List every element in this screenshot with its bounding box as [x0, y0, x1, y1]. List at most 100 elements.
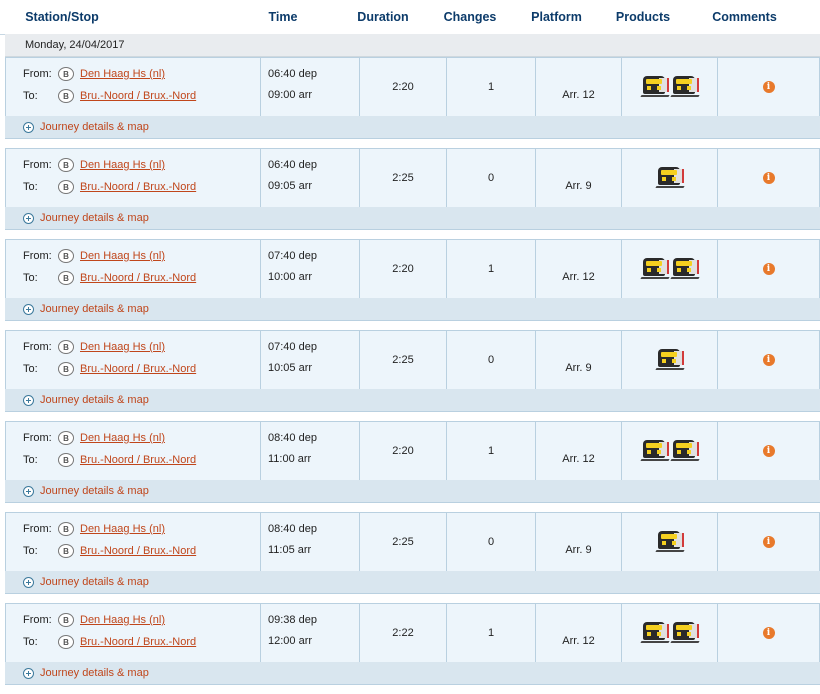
to-station-link[interactable]: Bru.-Noord / Brux.-Nord [80, 181, 196, 193]
duration-cell: 2:20 [360, 422, 447, 481]
journey-details-bar[interactable]: Journey details & map [5, 389, 820, 412]
from-line: From: B Den Haag Hs (nl) [23, 339, 165, 355]
plus-circle-icon[interactable] [23, 394, 34, 406]
journey-details-link[interactable]: Journey details & map [40, 303, 149, 315]
platform-cell: Arr. 9 [536, 513, 622, 572]
journey-details-bar[interactable]: Journey details & map [5, 298, 820, 321]
products-cell [622, 240, 718, 299]
plus-circle-icon[interactable] [23, 667, 34, 679]
departure-time: 07:40 dep [268, 250, 317, 262]
journey-details-link[interactable]: Journey details & map [40, 667, 149, 679]
journey-details-bar[interactable]: Journey details & map [5, 116, 820, 139]
plus-circle-icon[interactable] [23, 576, 34, 588]
from-station-link[interactable]: Den Haag Hs (nl) [80, 432, 165, 444]
sncb-logo-icon: B [58, 635, 74, 649]
platform-cell: Arr. 9 [536, 149, 622, 208]
to-label: To: [23, 545, 38, 557]
comments-cell: i [718, 604, 819, 663]
product-icons [622, 257, 717, 279]
journey-details-link[interactable]: Journey details & map [40, 485, 149, 497]
departure-time: 06:40 dep [268, 159, 317, 171]
from-station-link[interactable]: Den Haag Hs (nl) [80, 250, 165, 262]
header-station: Station/Stop [25, 10, 99, 24]
sncb-logo-icon: B [58, 89, 74, 103]
product-icons [622, 166, 717, 188]
plus-circle-icon[interactable] [23, 212, 34, 224]
journey-summary: From: B Den Haag Hs (nl) To: B Bru.-Noord / B… [5, 421, 820, 481]
info-icon[interactable]: i [762, 172, 775, 184]
station-cell: From: B Den Haag Hs (nl) To: B Bru.-Noord / B… [6, 240, 261, 299]
results-header: Station/Stop Time Duration Changes Platf… [0, 0, 820, 35]
journey-date: Monday, 24/04/2017 [25, 39, 125, 51]
platform-cell: Arr. 12 [536, 604, 622, 663]
changes-value: 0 [487, 172, 495, 184]
journey-summary: From: B Den Haag Hs (nl) To: B Bru.-Noord / B… [5, 330, 820, 390]
duration-value: 2:22 [392, 627, 414, 639]
from-station-link[interactable]: Den Haag Hs (nl) [80, 341, 165, 353]
product-icons [622, 75, 717, 97]
product-icons [622, 348, 717, 370]
to-label: To: [23, 272, 38, 284]
train-icon [639, 75, 670, 97]
header-time: Time [268, 10, 298, 24]
station-cell: From: B Den Haag Hs (nl) To: B Bru.-Noord / B… [6, 604, 261, 663]
journey-details-bar[interactable]: Journey details & map [5, 662, 820, 685]
train-icon [669, 621, 700, 643]
to-station-link[interactable]: Bru.-Noord / Brux.-Nord [80, 636, 196, 648]
time-cell: 06:40 dep 09:05 arr [261, 149, 360, 208]
to-station-link[interactable]: Bru.-Noord / Brux.-Nord [80, 363, 196, 375]
sncb-logo-icon: B [58, 362, 74, 376]
plus-circle-icon[interactable] [23, 121, 34, 133]
changes-value: 1 [487, 263, 495, 275]
station-cell: From: B Den Haag Hs (nl) To: B Bru.-Noord / B… [6, 331, 261, 390]
to-label: To: [23, 363, 38, 375]
plus-circle-icon[interactable] [23, 303, 34, 315]
journey-details-link[interactable]: Journey details & map [40, 576, 149, 588]
to-station-link[interactable]: Bru.-Noord / Brux.-Nord [80, 545, 196, 557]
journey-details-link[interactable]: Journey details & map [40, 121, 149, 133]
info-icon[interactable]: i [762, 354, 775, 366]
from-station-link[interactable]: Den Haag Hs (nl) [80, 159, 165, 171]
info-icon[interactable]: i [762, 445, 775, 457]
changes-cell: 1 [447, 422, 536, 481]
sncb-logo-icon: B [58, 522, 74, 536]
to-station-link[interactable]: Bru.-Noord / Brux.-Nord [80, 90, 196, 102]
products-cell [622, 331, 718, 390]
to-line: To: B Bru.-Noord / Brux.-Nord [23, 179, 196, 195]
changes-cell: 1 [447, 604, 536, 663]
to-label: To: [23, 454, 38, 466]
info-icon[interactable]: i [762, 627, 775, 639]
plus-circle-icon[interactable] [23, 485, 34, 497]
journey-details-bar[interactable]: Journey details & map [5, 571, 820, 594]
changes-cell: 0 [447, 513, 536, 572]
journey-summary: From: B Den Haag Hs (nl) To: B Bru.-Noord / B… [5, 57, 820, 117]
info-icon[interactable]: i [762, 81, 775, 93]
to-station-link[interactable]: Bru.-Noord / Brux.-Nord [80, 454, 196, 466]
journey-details-link[interactable]: Journey details & map [40, 212, 149, 224]
from-label: From: [23, 432, 52, 444]
from-station-link[interactable]: Den Haag Hs (nl) [80, 68, 165, 80]
journey-row: From: B Den Haag Hs (nl) To: B Bru.-Noord / B… [5, 512, 820, 600]
platform-value: Arr. 12 [562, 635, 595, 647]
to-station-link[interactable]: Bru.-Noord / Brux.-Nord [80, 272, 196, 284]
platform-value: Arr. 12 [562, 453, 595, 465]
journey-details-link[interactable]: Journey details & map [40, 394, 149, 406]
sncb-logo-icon: B [58, 340, 74, 354]
changes-cell: 0 [447, 149, 536, 208]
info-icon[interactable]: i [762, 263, 775, 275]
departure-time: 06:40 dep [268, 68, 317, 80]
platform-cell: Arr. 9 [536, 331, 622, 390]
from-station-link[interactable]: Den Haag Hs (nl) [80, 614, 165, 626]
journey-details-bar[interactable]: Journey details & map [5, 207, 820, 230]
sncb-logo-icon: B [58, 613, 74, 627]
journey-summary: From: B Den Haag Hs (nl) To: B Bru.-Noord / B… [5, 148, 820, 208]
from-station-link[interactable]: Den Haag Hs (nl) [80, 523, 165, 535]
to-line: To: B Bru.-Noord / Brux.-Nord [23, 634, 196, 650]
to-label: To: [23, 90, 38, 102]
departure-time: 07:40 dep [268, 341, 317, 353]
duration-value: 2:20 [392, 81, 414, 93]
sncb-logo-icon: B [58, 431, 74, 445]
info-icon[interactable]: i [762, 536, 775, 548]
journey-details-bar[interactable]: Journey details & map [5, 480, 820, 503]
header-products: Products [615, 10, 671, 24]
